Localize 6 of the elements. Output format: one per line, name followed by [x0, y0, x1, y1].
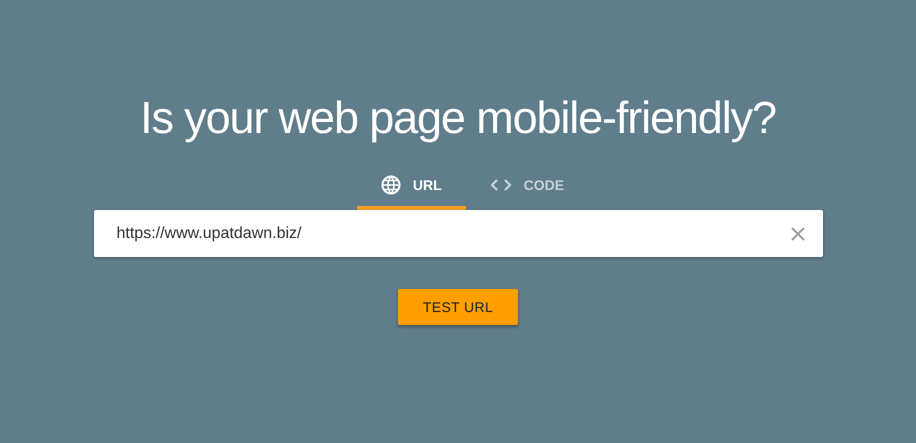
page-title: Is your web page mobile-friendly? [140, 91, 776, 145]
code-icon [490, 178, 512, 192]
url-field[interactable]: https://www.upatdawn.biz/ [94, 210, 822, 257]
test-url-button[interactable]: TEST URL [398, 289, 518, 325]
globe-icon [380, 175, 401, 195]
close-icon[interactable] [790, 226, 806, 242]
